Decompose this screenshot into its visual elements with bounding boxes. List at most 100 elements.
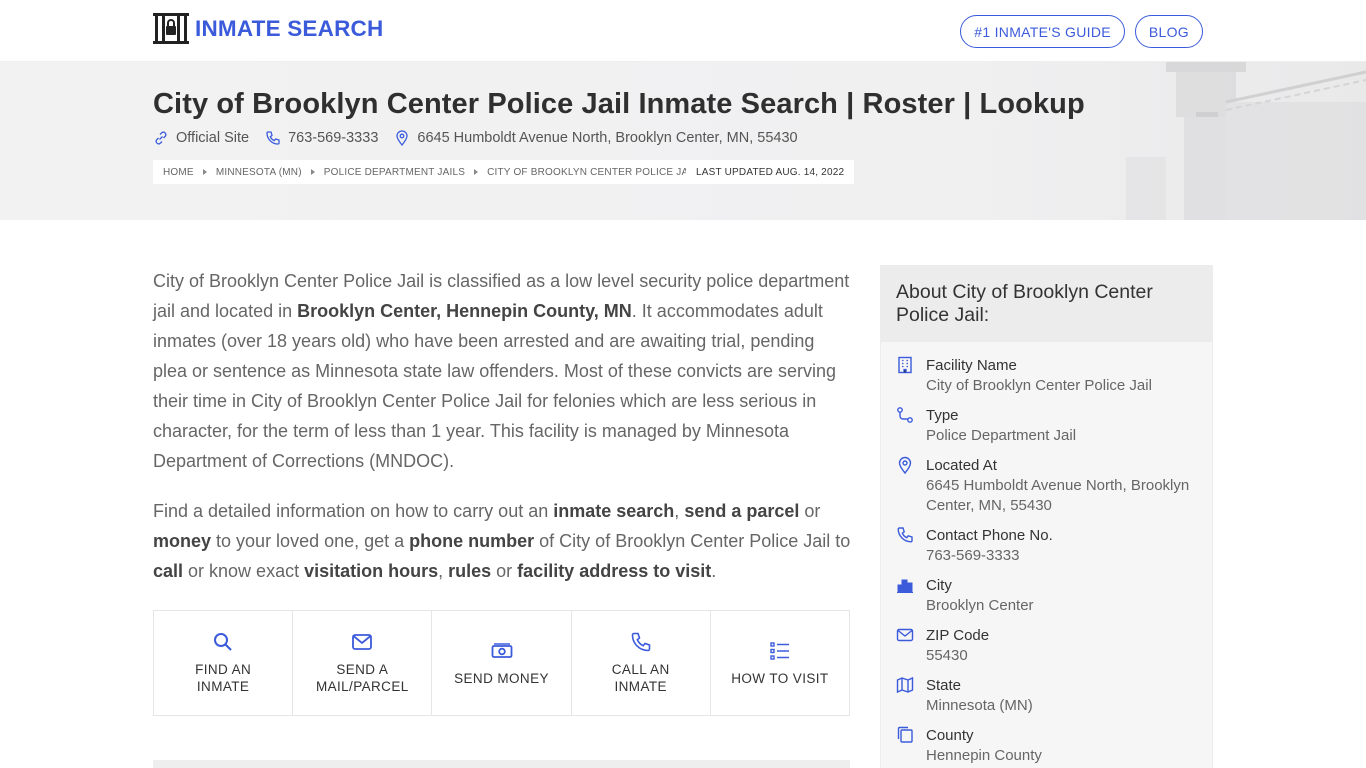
detail-facility-name: Facility Name City of Brooklyn Center Pol…: [896, 356, 1197, 396]
services-text: .: [711, 561, 717, 581]
page-title: City of Brooklyn Center Police Jail Inma…: [153, 88, 1085, 120]
detail-zip: ZIP Code 55430: [896, 626, 1197, 666]
phone-icon: [897, 527, 913, 543]
hero-banner: City of Brooklyn Center Police Jail Inma…: [0, 62, 1366, 220]
breadcrumb-separator: [202, 169, 207, 175]
send-mail-label-2: MAIL/PARCEL: [315, 679, 409, 694]
call-inmate-label-1: CALL AN: [611, 662, 670, 677]
intro-location: Brooklyn Center, Hennepin County, MN: [297, 301, 632, 321]
breadcrumb-home[interactable]: HOME: [163, 167, 194, 178]
detail-label: Located At: [926, 457, 997, 474]
last-updated-badge: LAST UPDATED AUG. 14, 2022: [686, 160, 855, 184]
phone-number-link[interactable]: phone number: [409, 531, 534, 551]
detail-label: Type: [926, 407, 959, 424]
phone-label: 763-569-3333: [288, 130, 379, 146]
detail-label: State: [926, 677, 962, 694]
location-pin-icon: [396, 130, 409, 146]
list-icon: [770, 641, 789, 660]
find-inmate-label-2: INMATE: [196, 679, 250, 694]
section-divider: [153, 760, 850, 768]
call-link[interactable]: call: [153, 561, 183, 581]
facility-meta: Official Site 763-569-3333 6645 Humboldt…: [153, 130, 814, 146]
rules-link[interactable]: rules: [448, 561, 491, 581]
phone-icon: [266, 131, 280, 145]
breadcrumb-separator: [310, 169, 315, 175]
building-icon: [898, 356, 912, 374]
facility-description: City of Brooklyn Center Police Jail is c…: [153, 266, 853, 606]
search-icon: [214, 633, 232, 651]
detail-value[interactable]: 763-569-3333: [926, 546, 1053, 566]
call-inmate-button[interactable]: CALL AN INMATE: [572, 611, 711, 715]
services-text: ,: [438, 561, 449, 581]
detail-value: Police Department Jail: [926, 427, 1077, 444]
services-text: Find a detailed information on how to ca…: [153, 501, 554, 521]
services-paragraph: Find a detailed information on how to ca…: [153, 496, 853, 586]
detail-value: Minnesota (MN): [926, 697, 1033, 714]
mail-icon: [352, 634, 373, 650]
detail-type: Type Police Department Jail: [896, 406, 1197, 446]
detail-value: Brooklyn Center: [926, 597, 1034, 614]
money-icon: [491, 642, 512, 658]
detail-city: City Brooklyn Center: [896, 576, 1197, 616]
how-to-visit-button[interactable]: HOW TO VISIT: [711, 611, 849, 715]
site-logo[interactable]: INMATE SEARCH: [153, 13, 383, 44]
mail-icon: [896, 628, 914, 642]
blog-button[interactable]: BLOG: [1134, 15, 1203, 48]
location-pin-icon: [898, 456, 912, 474]
detail-state: State Minnesota (MN): [896, 676, 1197, 716]
address-item: 6645 Humboldt Avenue North, Brooklyn Cen…: [394, 130, 798, 146]
about-details-list: Facility Name City of Brooklyn Center Pol…: [881, 342, 1212, 766]
detail-label: County: [926, 727, 974, 744]
detail-phone: Contact Phone No. 763-569-3333: [896, 526, 1197, 566]
call-inmate-label-2: INMATE: [614, 679, 667, 694]
detail-label: Contact Phone No.: [926, 527, 1053, 544]
prison-tower-illustration: [1126, 62, 1366, 220]
breadcrumb-minnesota[interactable]: MINNESOTA (MN): [216, 167, 302, 178]
logo-text: INMATE SEARCH: [195, 15, 384, 41]
phone-link[interactable]: 763-569-3333: [265, 130, 378, 146]
detail-value: Hennepin County: [926, 747, 1042, 764]
about-facility-card: About City of Brooklyn Center Police Jai…: [880, 265, 1213, 768]
top-navbar: INMATE SEARCH #1 INMATE'S GUIDE BLOG: [0, 0, 1366, 62]
detail-value: 55430: [926, 647, 968, 664]
find-inmate-button[interactable]: FIND AN INMATE: [154, 611, 294, 715]
detail-label: ZIP Code: [926, 627, 990, 644]
inmate-search-link[interactable]: inmate search: [553, 501, 674, 521]
send-money-label: SEND MONEY: [454, 670, 549, 686]
send-mail-button[interactable]: SEND A MAIL/PARCEL: [293, 611, 433, 715]
phone-icon: [631, 632, 651, 652]
how-to-visit-label: HOW TO VISIT: [731, 670, 829, 686]
detail-value: 6645 Humboldt Avenue North, Brooklyn Cen…: [926, 477, 1190, 514]
inmates-guide-button[interactable]: #1 INMATE'S GUIDE: [960, 15, 1125, 48]
address-label: 6645 Humboldt Avenue North, Brooklyn Cen…: [417, 130, 798, 146]
services-text: or know exact: [183, 561, 305, 581]
action-tiles: FIND AN INMATE SEND A MAIL/PARCEL SEND M…: [153, 610, 850, 716]
breadcrumb-police-department-jails[interactable]: POLICE DEPARTMENT JAILS: [324, 167, 465, 178]
services-text: or: [491, 561, 518, 581]
intro-text: . It accommodates adult inmates (over 18…: [153, 301, 837, 471]
link-icon: [155, 131, 167, 145]
copy-icon: [897, 726, 913, 743]
services-text: to your loved one, get a: [211, 531, 410, 551]
services-text: ,: [674, 501, 685, 521]
visitation-hours-link[interactable]: visitation hours: [304, 561, 438, 581]
top-nav: #1 INMATE'S GUIDE BLOG: [960, 15, 1203, 48]
jail-logo-icon: [153, 13, 189, 44]
services-text: or: [799, 501, 821, 521]
detail-value: City of Brooklyn Center Police Jail: [926, 377, 1152, 394]
breadcrumb-current-facility[interactable]: CITY OF BROOKLYN CENTER POLICE JAIL: [487, 167, 697, 178]
send-parcel-link[interactable]: send a parcel: [684, 501, 799, 521]
money-link[interactable]: money: [153, 531, 211, 551]
breadcrumb-separator: [474, 169, 479, 175]
find-inmate-label-1: FIND AN: [195, 662, 252, 677]
breadcrumb: HOME MINNESOTA (MN) POLICE DEPARTMENT JA…: [153, 160, 708, 184]
official-site-label: Official Site: [176, 130, 250, 146]
send-money-button[interactable]: SEND MONEY: [432, 611, 572, 715]
map-icon: [896, 676, 914, 694]
detail-label: Facility Name: [926, 357, 1017, 374]
detail-location: Located At 6645 Humboldt Avenue North, Br…: [896, 456, 1197, 516]
intro-paragraph: City of Brooklyn Center Police Jail is c…: [153, 266, 853, 476]
official-site-link[interactable]: Official Site: [153, 130, 249, 146]
send-mail-label-1: SEND A: [336, 662, 389, 677]
facility-address-link[interactable]: facility address to visit: [517, 561, 711, 581]
